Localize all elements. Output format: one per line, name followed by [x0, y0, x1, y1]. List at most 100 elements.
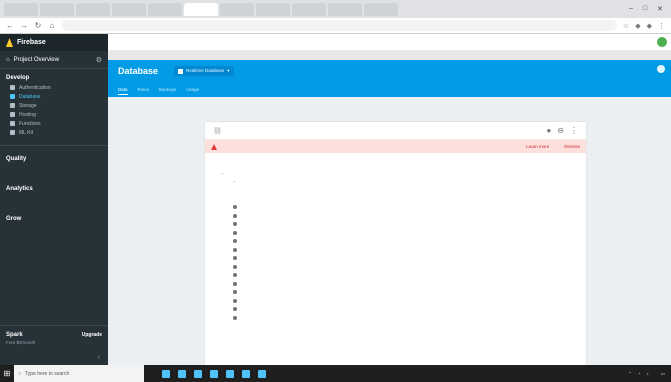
- expand-icon[interactable]: [233, 256, 237, 261]
- tree-node[interactable]: [233, 255, 576, 264]
- sidebar-item-ml-kit[interactable]: ML Kit: [0, 128, 108, 137]
- expand-icon[interactable]: [233, 213, 237, 218]
- browser-tab[interactable]: [4, 2, 38, 16]
- collapse-icon[interactable]: −: [221, 171, 224, 176]
- expand-icon[interactable]: [233, 205, 237, 210]
- browser-tab[interactable]: [40, 2, 74, 16]
- browser-tab[interactable]: [256, 2, 290, 16]
- database-selector[interactable]: Realtime Database ▾: [174, 66, 234, 76]
- browser-tab[interactable]: [292, 2, 326, 16]
- chrome-icon[interactable]: [226, 369, 234, 378]
- tree-node-expanded[interactable]: −: [233, 178, 576, 187]
- tab-data[interactable]: Data: [118, 87, 128, 95]
- expand-icon[interactable]: [233, 239, 237, 244]
- sidebar-item-hosting[interactable]: Hosting: [0, 110, 108, 119]
- sidebar-item-label: ML Kit: [19, 129, 33, 136]
- more-vert-icon[interactable]: ⋮: [570, 126, 578, 135]
- task-view-icon[interactable]: [162, 369, 170, 378]
- reload-icon[interactable]: ↻: [34, 21, 42, 30]
- browser-tab[interactable]: [364, 2, 398, 16]
- sidebar-group-analytics[interactable]: Analytics: [0, 176, 108, 192]
- browser-tab[interactable]: [220, 2, 254, 16]
- notifications-icon[interactable]: ▭: [661, 371, 665, 377]
- expand-icon[interactable]: [233, 264, 237, 269]
- tree-node[interactable]: −: [215, 170, 576, 179]
- upgrade-button[interactable]: Upgrade: [82, 332, 102, 338]
- project-overview-link[interactable]: ⌂ Project Overview ⚙: [0, 51, 108, 69]
- expand-icon[interactable]: [233, 290, 237, 295]
- bookmark-star-icon[interactable]: ☆: [623, 22, 629, 30]
- sidebar-group-grow[interactable]: Grow: [0, 206, 108, 222]
- file-explorer-icon[interactable]: [194, 369, 202, 378]
- sidebar-item-storage[interactable]: Storage: [0, 101, 108, 110]
- tree-node[interactable]: [233, 306, 576, 315]
- browser-tab[interactable]: [76, 2, 110, 16]
- expand-icon[interactable]: [233, 273, 237, 278]
- edge-icon[interactable]: [178, 369, 186, 378]
- sidebar-brand[interactable]: Firebase: [0, 34, 108, 51]
- volume-icon[interactable]: ♪: [646, 371, 648, 376]
- gear-icon[interactable]: ⚙: [96, 56, 102, 64]
- tree-node[interactable]: [233, 221, 576, 230]
- browser-tab[interactable]: [112, 2, 146, 16]
- sidebar-item-authentication[interactable]: Authentication: [0, 83, 108, 92]
- tab-backups[interactable]: Backups: [159, 87, 176, 95]
- browser-tab-active[interactable]: [184, 2, 218, 16]
- extension-icon[interactable]: ◆: [647, 22, 652, 30]
- expand-icon[interactable]: [233, 222, 237, 227]
- windows-start-icon[interactable]: ⊞: [0, 365, 14, 382]
- expand-icon[interactable]: [233, 307, 237, 312]
- store-icon[interactable]: [210, 369, 218, 378]
- tree-root[interactable]: [215, 161, 576, 170]
- close-icon[interactable]: ✕: [657, 5, 663, 13]
- tree-leaf[interactable]: [233, 195, 576, 204]
- expand-icon[interactable]: [233, 298, 237, 303]
- extension-icon[interactable]: ◆: [635, 22, 640, 30]
- tree-node[interactable]: [233, 272, 576, 281]
- remove-circle-icon[interactable]: ⊖: [557, 126, 564, 135]
- app-icon[interactable]: [258, 369, 266, 378]
- browser-tab[interactable]: [148, 2, 182, 16]
- sidebar-item-database[interactable]: Database: [0, 92, 108, 101]
- chevron-left-icon[interactable]: ‹: [98, 354, 100, 361]
- expand-icon[interactable]: [233, 230, 237, 235]
- expand-icon[interactable]: [233, 315, 237, 320]
- collapse-icon[interactable]: −: [233, 179, 236, 184]
- develop-section-title[interactable]: Develop: [0, 69, 108, 83]
- back-icon[interactable]: ←: [6, 21, 14, 30]
- tree-node[interactable]: [233, 212, 576, 221]
- help-icon[interactable]: [657, 65, 665, 73]
- tab-rules[interactable]: Rules: [138, 87, 150, 95]
- tree-node[interactable]: [233, 289, 576, 298]
- home-icon[interactable]: ⌂: [48, 21, 56, 30]
- forward-icon[interactable]: →: [20, 21, 28, 30]
- help-circle-icon[interactable]: ●: [546, 126, 551, 135]
- browser-tab[interactable]: [328, 2, 362, 16]
- taskbar-search[interactable]: ○ Type here to search: [14, 365, 144, 382]
- account-avatar[interactable]: [657, 37, 667, 47]
- sidebar-group-quality[interactable]: Quality: [0, 146, 108, 162]
- learn-more-link[interactable]: Learn more: [526, 144, 549, 149]
- dismiss-link[interactable]: Dismiss: [564, 144, 580, 149]
- expand-icon[interactable]: [233, 247, 237, 252]
- menu-icon[interactable]: ⋮: [658, 22, 665, 30]
- sidebar-item-functions[interactable]: Functions: [0, 119, 108, 128]
- tree-node[interactable]: [233, 204, 576, 213]
- chevron-up-icon[interactable]: ⌃: [628, 371, 632, 377]
- tree-node[interactable]: [233, 314, 576, 323]
- tree-node[interactable]: [233, 297, 576, 306]
- tree-node[interactable]: [233, 280, 576, 289]
- tree-node[interactable]: [233, 229, 576, 238]
- maximize-icon[interactable]: □: [643, 5, 647, 13]
- minimize-icon[interactable]: –: [629, 5, 633, 13]
- network-icon[interactable]: ◔: [638, 371, 641, 376]
- tree-node[interactable]: [233, 238, 576, 247]
- address-bar[interactable]: [62, 20, 617, 31]
- tree-leaf[interactable]: [233, 187, 576, 196]
- mail-icon[interactable]: [242, 369, 250, 378]
- tree-node[interactable]: [233, 263, 576, 272]
- tab-usage[interactable]: Usage: [186, 87, 199, 95]
- expand-icon[interactable]: [233, 281, 237, 286]
- tree-node[interactable]: [233, 246, 576, 255]
- database-tabs: Data Rules Backups Usage: [118, 87, 199, 95]
